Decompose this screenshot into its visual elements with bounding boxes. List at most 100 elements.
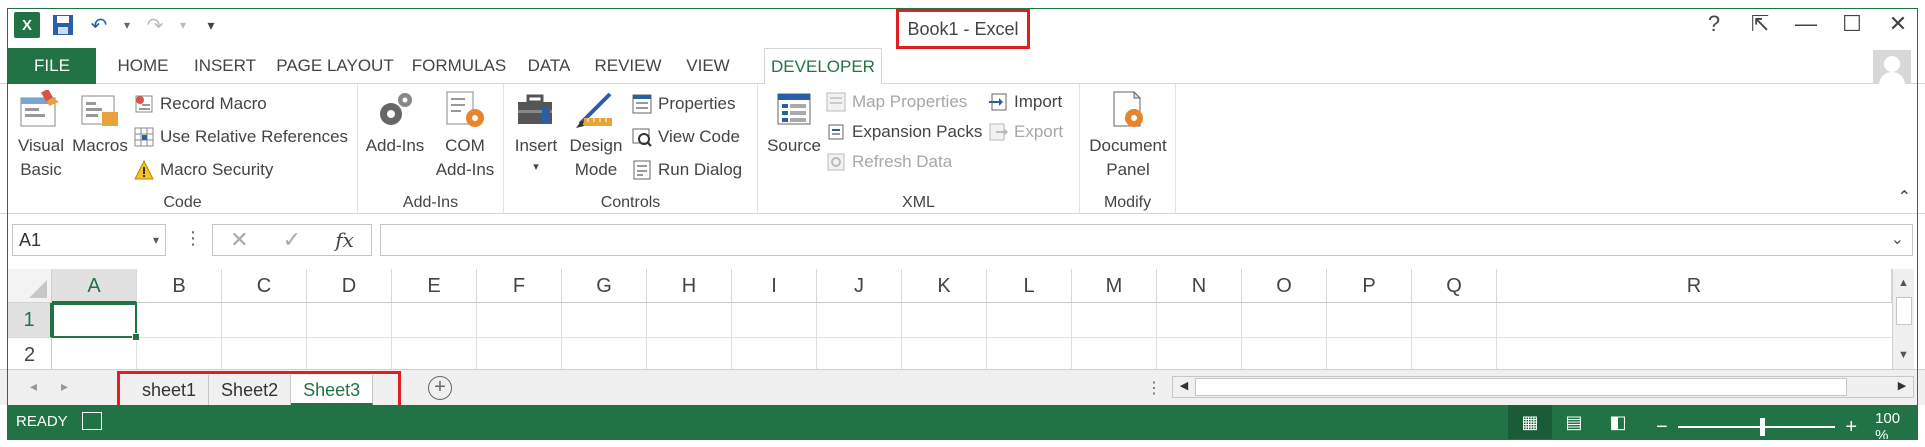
tab-file[interactable]: FILE xyxy=(8,48,96,84)
column-header-o[interactable]: O xyxy=(1242,269,1327,303)
group-modify-label: Modify xyxy=(1103,194,1152,211)
properties-button[interactable]: Properties xyxy=(632,90,735,118)
scroll-down-icon[interactable]: ▼ xyxy=(1893,349,1914,367)
import-button[interactable]: Import xyxy=(988,88,1062,116)
tab-view[interactable]: VIEW xyxy=(680,48,736,84)
zoom-level[interactable]: 100 % xyxy=(1875,410,1917,444)
redo-icon[interactable]: ↷ xyxy=(142,12,168,38)
cancel-formula-icon[interactable]: ✕ xyxy=(230,227,248,253)
active-cell[interactable] xyxy=(52,303,140,341)
account-avatar[interactable] xyxy=(1873,50,1911,88)
enter-formula-icon[interactable]: ✓ xyxy=(283,227,301,253)
insert-controls-button[interactable]: Insert ▾ xyxy=(508,90,564,176)
select-all-button[interactable] xyxy=(8,269,52,303)
tab-developer[interactable]: DEVELOPER xyxy=(764,48,882,85)
record-macro-button[interactable]: Record Macro xyxy=(134,90,267,118)
page-break-preview-icon[interactable]: ◧ xyxy=(1596,405,1640,439)
add-ins-button[interactable]: Add-Ins xyxy=(362,90,428,158)
column-header-g[interactable]: G xyxy=(562,269,647,303)
previous-sheet-icon[interactable]: ◂ xyxy=(30,378,37,395)
collapse-ribbon-icon[interactable]: ⌃ xyxy=(1898,187,1911,207)
zoom-in-icon[interactable]: + xyxy=(1845,416,1857,439)
horizontal-scroll-thumb[interactable] xyxy=(1195,378,1847,396)
maximize-icon[interactable]: ☐ xyxy=(1839,10,1865,38)
macro-recording-icon[interactable] xyxy=(82,412,102,430)
column-header-b[interactable]: B xyxy=(137,269,222,303)
sheet-tab-sheet2[interactable]: Sheet2 xyxy=(209,375,292,405)
refresh-data-button[interactable]: Refresh Data xyxy=(826,148,952,176)
column-header-r[interactable]: R xyxy=(1497,269,1892,303)
zoom-slider-thumb[interactable] xyxy=(1759,418,1765,436)
map-properties-button[interactable]: Map Properties xyxy=(826,88,967,116)
zoom-out-icon[interactable]: − xyxy=(1656,416,1668,439)
tab-data[interactable]: DATA xyxy=(522,48,576,84)
new-sheet-icon[interactable]: + xyxy=(428,376,452,400)
formula-bar-handle-icon[interactable]: ⋮ xyxy=(184,228,202,249)
scroll-left-icon[interactable]: ◀ xyxy=(1175,379,1193,392)
document-panel-button[interactable]: Document Panel xyxy=(1086,90,1170,182)
tab-review[interactable]: REVIEW xyxy=(590,48,666,84)
column-header-j[interactable]: J xyxy=(817,269,902,303)
design-mode-button[interactable]: Design Mode xyxy=(566,90,626,182)
column-header-m[interactable]: M xyxy=(1072,269,1157,303)
vertical-scrollbar[interactable]: ▲ ▼ xyxy=(1892,269,1914,369)
column-header-a[interactable]: A xyxy=(52,269,137,303)
minimize-icon[interactable]: — xyxy=(1793,10,1819,38)
customize-qat-icon[interactable]: ▾ xyxy=(198,12,224,38)
column-header-k[interactable]: K xyxy=(902,269,987,303)
export-button[interactable]: Export xyxy=(988,118,1063,146)
vertical-scroll-thumb[interactable] xyxy=(1896,297,1912,325)
tab-split-handle-icon[interactable]: ⋮ xyxy=(1146,378,1162,398)
com-add-ins-button[interactable]: COM Add-Ins xyxy=(432,90,498,182)
name-box-dropdown-icon[interactable]: ▾ xyxy=(153,225,159,255)
column-header-p[interactable]: P xyxy=(1327,269,1412,303)
scroll-right-icon[interactable]: ▶ xyxy=(1893,379,1911,392)
next-sheet-icon[interactable]: ▸ xyxy=(61,378,68,395)
column-header-i[interactable]: I xyxy=(732,269,817,303)
excel-logo-icon[interactable]: X xyxy=(14,12,40,38)
normal-view-icon[interactable]: ▦ xyxy=(1508,405,1552,439)
redo-dropdown-icon[interactable]: ▾ xyxy=(178,12,188,38)
column-header-n[interactable]: N xyxy=(1157,269,1242,303)
expand-formula-bar-icon[interactable]: ⌄ xyxy=(1891,229,1904,249)
run-dialog-button[interactable]: Run Dialog xyxy=(632,156,742,184)
undo-dropdown-icon[interactable]: ▾ xyxy=(122,12,132,38)
column-header-l[interactable]: L xyxy=(987,269,1072,303)
horizontal-scrollbar[interactable]: ◀ ▶ xyxy=(1172,376,1914,398)
column-header-e[interactable]: E xyxy=(392,269,477,303)
use-relative-references-button[interactable]: Use Relative References xyxy=(134,123,348,151)
column-header-d[interactable]: D xyxy=(307,269,392,303)
row-header-1[interactable]: 1 xyxy=(8,303,52,338)
zoom-slider[interactable] xyxy=(1677,418,1836,436)
ribbon-display-options-icon[interactable]: ⇱ xyxy=(1747,10,1773,38)
insert-function-button[interactable]: fx xyxy=(335,228,354,252)
source-button[interactable]: Source xyxy=(762,90,826,158)
tab-home[interactable]: HOME xyxy=(110,48,176,84)
tab-page-layout[interactable]: PAGE LAYOUT xyxy=(274,48,396,84)
table-row[interactable] xyxy=(52,338,1892,369)
sheet-tab-sheet3[interactable]: Sheet3 xyxy=(291,375,374,405)
design-mode-label-2: Mode xyxy=(574,160,618,179)
table-row[interactable] xyxy=(52,303,1892,338)
column-header-h[interactable]: H xyxy=(647,269,732,303)
formula-input[interactable]: ⌄ xyxy=(380,224,1913,256)
visual-basic-button[interactable]: Visual Basic xyxy=(14,88,68,182)
column-header-c[interactable]: C xyxy=(222,269,307,303)
expansion-packs-button[interactable]: Expansion Packs xyxy=(826,118,982,146)
macro-security-button[interactable]: Macro Security xyxy=(134,156,273,184)
row-header-2[interactable]: 2 xyxy=(8,338,52,369)
column-header-q[interactable]: Q xyxy=(1412,269,1497,303)
column-header-f[interactable]: F xyxy=(477,269,562,303)
macros-button[interactable]: Macros xyxy=(70,90,130,158)
tab-formulas[interactable]: FORMULAS xyxy=(410,48,508,84)
undo-icon[interactable]: ↶ xyxy=(86,12,112,38)
page-layout-view-icon[interactable]: ▤ xyxy=(1552,405,1596,439)
view-code-button[interactable]: View Code xyxy=(632,123,740,151)
save-icon[interactable] xyxy=(50,12,76,38)
help-icon[interactable]: ? xyxy=(1701,10,1727,38)
tab-insert[interactable]: INSERT xyxy=(190,48,260,84)
scroll-up-icon[interactable]: ▲ xyxy=(1893,277,1914,295)
sheet-tab-sheet1[interactable]: sheet1 xyxy=(130,375,210,405)
name-box[interactable]: A1 ▾ xyxy=(12,224,166,256)
close-icon[interactable]: ✕ xyxy=(1885,10,1911,38)
